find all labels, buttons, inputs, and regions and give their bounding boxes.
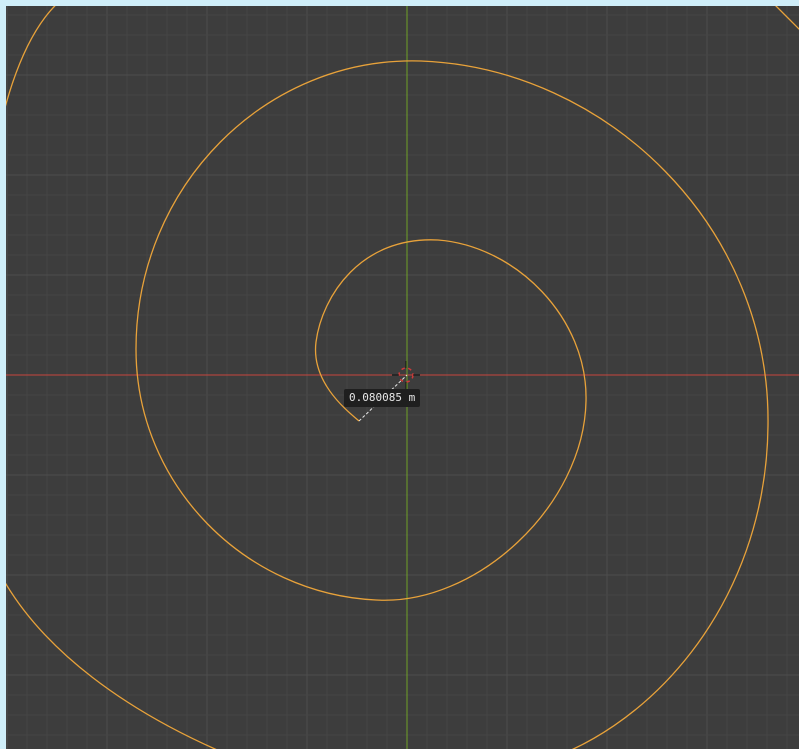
3d-viewport[interactable]: 0.080085 m — [6, 6, 799, 749]
floor-grid — [6, 6, 799, 749]
spiral-curve[interactable] — [135, 60, 769, 749]
spiral-curve-outer-arc-bottom[interactable] — [6, 566, 256, 749]
measure-distance-label: 0.080085 m — [344, 389, 421, 407]
viewport-canvas[interactable] — [6, 6, 799, 749]
spiral-curve-outer-arc[interactable] — [6, 6, 66, 146]
spiral-curve-outer-arc-right[interactable] — [766, 6, 799, 36]
